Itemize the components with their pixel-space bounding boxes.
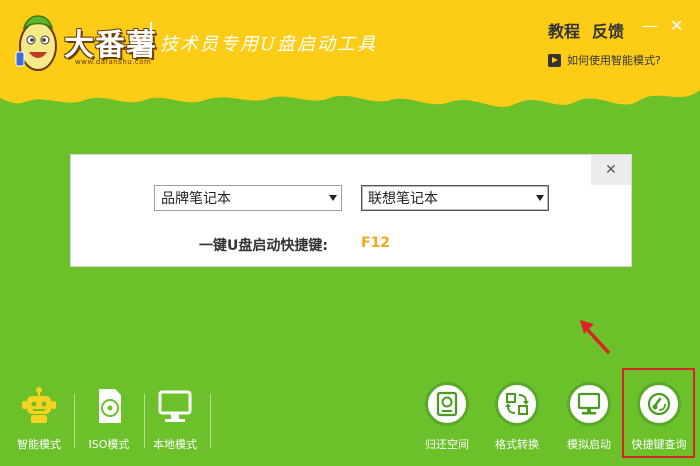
hotkey-label: 一键U盘启动快捷键: [199, 238, 328, 254]
disc-icon [99, 389, 121, 423]
close-icon: ✕ [605, 162, 617, 178]
mode-smart[interactable]: 智能模式 [6, 386, 72, 458]
tool-restore-space-label: 归还空间 [425, 438, 469, 451]
help-link[interactable]: 如何使用智能模式? [548, 52, 661, 68]
red-arrow-icon [580, 320, 610, 354]
robot-icon [22, 387, 56, 423]
play-icon [548, 53, 561, 67]
help-link-text: 如何使用智能模式? [567, 54, 661, 67]
brand-model-dropdown[interactable]: 联想笔记本 [361, 185, 549, 211]
tool-simulate-boot[interactable]: 模拟启动 [556, 380, 622, 456]
mode-iso[interactable]: ISO模式 [76, 386, 142, 458]
highlight-box [622, 368, 695, 458]
tool-simulate-boot-label: 模拟启动 [567, 438, 611, 451]
chevron-down-icon [329, 195, 337, 201]
mode-local-label: 本地模式 [153, 438, 197, 451]
slogan: 技术员专用U盘启动工具 [160, 34, 378, 55]
mode-smart-label: 智能模式 [17, 438, 61, 451]
tutorial-link[interactable]: 教程 [548, 18, 580, 42]
computer-icon [577, 392, 601, 415]
close-button[interactable]: ✕ [670, 16, 683, 36]
mode-divider [210, 394, 211, 448]
brand-model-value: 联想笔记本 [368, 191, 438, 207]
panel-close-button[interactable]: ✕ [591, 155, 631, 185]
tool-format-convert[interactable]: 格式转换 [484, 380, 550, 456]
mode-iso-label: ISO模式 [88, 438, 130, 451]
brand-type-value: 品牌笔记本 [161, 191, 231, 207]
mode-local[interactable]: 本地模式 [142, 386, 208, 458]
mode-divider [74, 394, 75, 448]
tool-format-convert-label: 格式转换 [495, 438, 539, 451]
brand-type-dropdown[interactable]: 品牌笔记本 [154, 185, 342, 211]
hotkey-panel: ✕ 品牌笔记本 联想笔记本 一键U盘启动快捷键: F12 [70, 154, 632, 267]
header-hill-border [0, 70, 700, 107]
convert-icon [505, 393, 529, 415]
tool-restore-space[interactable]: 归还空间 [414, 380, 480, 456]
logo-url: www.dafanshu.com [75, 58, 152, 66]
minimize-button[interactable]: — [642, 16, 658, 36]
logo-divider [150, 22, 152, 56]
mascot-logo-icon [15, 15, 57, 71]
feedback-link[interactable]: 反馈 [592, 18, 624, 42]
hard-drive-icon [436, 391, 458, 417]
hotkey-value: F12 [361, 235, 391, 251]
monitor-icon [158, 390, 192, 422]
chevron-down-icon [536, 195, 544, 201]
